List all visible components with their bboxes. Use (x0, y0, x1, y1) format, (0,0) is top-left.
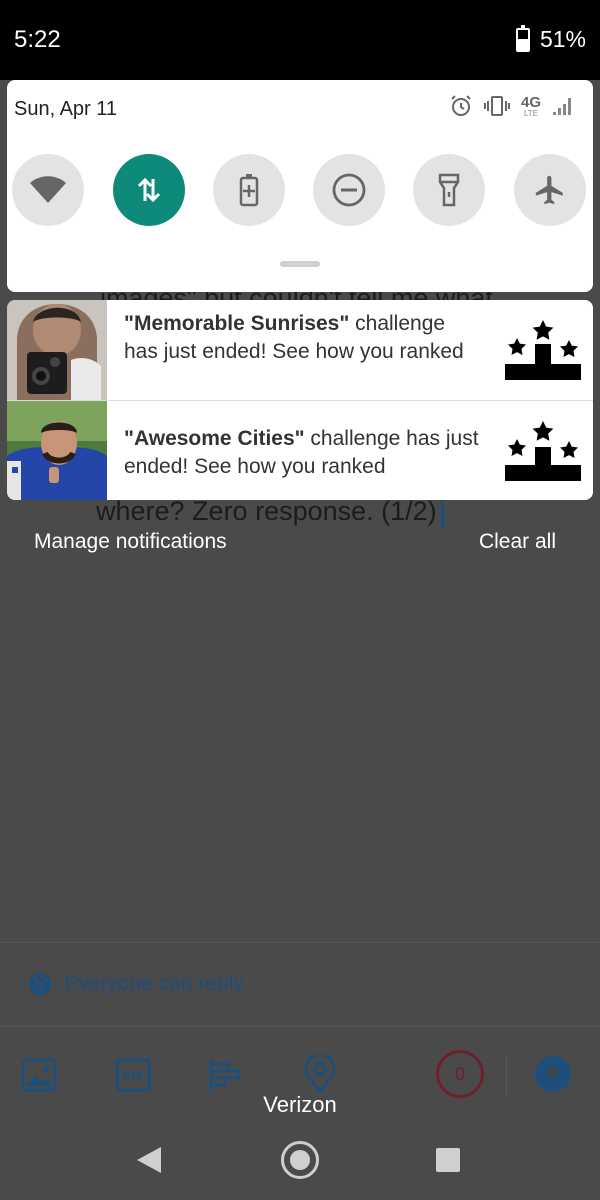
podium-icon (505, 421, 581, 481)
qs-status-icons: 4G LTE (449, 94, 573, 118)
podium-icon (505, 320, 581, 380)
dnd-icon (332, 173, 366, 207)
tweet-text-content: where? Zero response. (1/2) (96, 496, 437, 526)
manage-notifications-button[interactable]: Manage notifications (34, 530, 227, 554)
data-arrows-icon (137, 177, 161, 203)
reply-setting-label: Everyone can reply (64, 972, 244, 995)
status-time: 5:22 (14, 26, 61, 53)
notification-item[interactable]: "Memorable Sunrises" challenge has just … (7, 300, 593, 400)
image-icon[interactable] (20, 1055, 60, 1095)
gif-icon[interactable]: GIF (114, 1055, 154, 1095)
network-sub: LTE (523, 108, 539, 118)
status-right: 51% (515, 24, 586, 53)
vibrate-icon (483, 96, 510, 116)
qs-date: Sun, Apr 11 (14, 98, 118, 120)
home-button[interactable] (281, 1141, 319, 1179)
tile-airplane-mode[interactable] (514, 154, 586, 226)
divider (0, 1026, 600, 1027)
notification-item[interactable]: "Awesome Cities" challenge has just ende… (7, 400, 593, 500)
tile-battery-saver[interactable] (213, 154, 285, 226)
svg-text:GIF: GIF (122, 1069, 145, 1083)
notification-photo (7, 401, 107, 500)
tile-mobile-data[interactable] (113, 154, 185, 226)
character-counter: 0 (436, 1050, 484, 1098)
notification-challenge-name: "Memorable Sunrises" (124, 312, 350, 335)
tile-wifi[interactable] (12, 154, 84, 226)
airplane-icon (535, 175, 563, 205)
notification-text: "Awesome Cities" challenge has just ende… (124, 425, 484, 480)
location-icon[interactable] (300, 1055, 340, 1095)
status-bar: 5:22 51% (0, 0, 600, 80)
battery-saver-icon (239, 174, 259, 207)
tile-do-not-disturb[interactable] (313, 154, 385, 226)
carrier-label: Verizon (263, 1092, 337, 1117)
recents-button[interactable] (436, 1148, 460, 1172)
divider (0, 942, 600, 943)
network-badge: 4G (520, 93, 541, 111)
divider (506, 1054, 507, 1094)
notification-group: "Memorable Sunrises" challenge has just … (7, 300, 593, 500)
wifi-icon (30, 176, 66, 203)
clear-all-button[interactable]: Clear all (479, 530, 556, 554)
back-button[interactable] (137, 1147, 161, 1173)
flashlight-icon (438, 173, 460, 207)
notification-text: "Memorable Sunrises" challenge has just … (124, 310, 484, 365)
tweet-text[interactable]: where? Zero response. (1/2) (96, 496, 444, 528)
network-type: 4G LTE (521, 95, 541, 118)
panel-handle[interactable] (280, 261, 320, 267)
globe-icon (29, 973, 51, 995)
battery-percent: 51% (539, 26, 586, 52)
signal-icon (553, 98, 571, 115)
battery-icon (515, 24, 530, 52)
notification-challenge-name: "Awesome Cities" (124, 427, 305, 450)
add-tweet-button[interactable]: + (535, 1056, 571, 1092)
text-cursor (440, 497, 444, 528)
reply-setting[interactable]: Everyone can reply (28, 972, 244, 996)
alarm-icon (451, 95, 471, 116)
quick-settings-panel: Sun, Apr 11 4G LTE (7, 80, 593, 292)
notification-photo (7, 300, 107, 400)
tile-flashlight[interactable] (413, 154, 485, 226)
poll-icon[interactable] (207, 1055, 247, 1095)
